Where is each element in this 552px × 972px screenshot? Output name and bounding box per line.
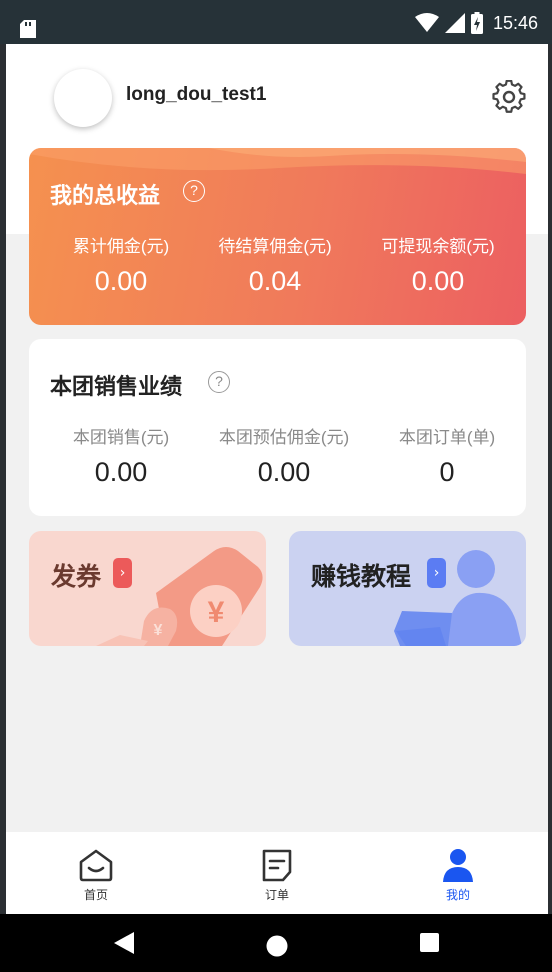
stat-pending-commission: 待结算佣金(元) 0.04 <box>190 232 360 297</box>
svg-text:¥: ¥ <box>208 596 225 629</box>
help-icon[interactable]: ? <box>183 180 205 202</box>
tab-home[interactable]: 首页 <box>36 832 156 914</box>
clock: 15:46 <box>492 12 538 33</box>
status-bar: 15:46 <box>0 0 552 44</box>
stat-team-orders: 本团订单(单) 0 <box>362 423 532 488</box>
stat-label: 可提现余额(元) <box>381 237 495 256</box>
tab-label: 首页 <box>83 888 108 902</box>
stat-value: 0.04 <box>248 266 302 296</box>
profile-icon <box>443 849 473 882</box>
tab-label: 订单 <box>264 888 289 902</box>
stat-team-estimated-commission: 本团预估佣金(元) 0.00 <box>199 423 369 488</box>
tutorial-tile[interactable]: 赚钱教程 › <box>289 531 526 646</box>
coupon-illustration: ¥ ¥ <box>96 547 263 646</box>
stat-label: 本团订单(单) <box>398 428 496 447</box>
tab-orders[interactable]: 订单 <box>217 832 337 914</box>
back-icon[interactable] <box>114 932 134 954</box>
stat-team-sales: 本团销售(元) 0.00 <box>36 423 206 488</box>
stat-label: 本团销售(元) <box>72 428 170 447</box>
cell-signal-icon <box>444 13 465 33</box>
app-screen: long_dou_test1 我的总收益 ? 累计佣金(元) 0.00 待结算佣… <box>6 44 548 914</box>
gear-icon[interactable] <box>492 80 526 114</box>
chevron-right-icon: › <box>427 558 446 588</box>
bottom-tab-bar: 首页 订单 我的 <box>6 832 548 914</box>
stat-total-commission: 累计佣金(元) 0.00 <box>36 232 206 297</box>
earnings-title: 我的总收益 <box>50 183 161 208</box>
orders-icon <box>262 849 292 882</box>
stat-withdrawable-balance: 可提现余额(元) 0.00 <box>353 232 523 297</box>
coupon-label: 发券 <box>51 563 102 591</box>
stat-value: 0.00 <box>94 266 148 296</box>
stat-label: 本团预估佣金(元) <box>218 428 350 447</box>
tab-label: 我的 <box>445 888 470 902</box>
help-icon[interactable]: ? <box>208 371 230 393</box>
stat-value: 0.00 <box>94 457 148 487</box>
stat-label: 待结算佣金(元) <box>218 237 332 256</box>
stat-value: 0.00 <box>257 457 311 487</box>
battery-charging-icon <box>470 12 483 34</box>
coupon-tile[interactable]: ¥ ¥ 发券 › <box>29 531 266 646</box>
sd-card-icon <box>20 20 36 38</box>
team-sales-card: 本团销售业绩 ? 本团销售(元) 0.00 本团预估佣金(元) 0.00 本团订… <box>29 339 526 516</box>
stat-label: 累计佣金(元) <box>72 237 170 256</box>
home-icon <box>79 849 113 882</box>
stat-value: 0.00 <box>411 266 465 296</box>
tutorial-label: 赚钱教程 <box>311 563 412 591</box>
wifi-icon <box>414 13 439 32</box>
earnings-card: 我的总收益 ? 累计佣金(元) 0.00 待结算佣金(元) 0.04 可提现余额… <box>29 148 526 325</box>
stat-value: 0 <box>439 457 455 487</box>
recent-apps-icon[interactable] <box>420 933 439 952</box>
avatar[interactable] <box>54 69 112 127</box>
tab-profile[interactable]: 我的 <box>398 832 518 914</box>
svg-text:¥: ¥ <box>154 622 163 639</box>
chevron-right-icon: › <box>113 558 132 588</box>
status-icons: 15:46 <box>414 12 538 34</box>
team-sales-title: 本团销售业绩 <box>50 374 183 399</box>
username: long_dou_test1 <box>126 84 267 105</box>
home-button-icon[interactable] <box>266 935 288 957</box>
